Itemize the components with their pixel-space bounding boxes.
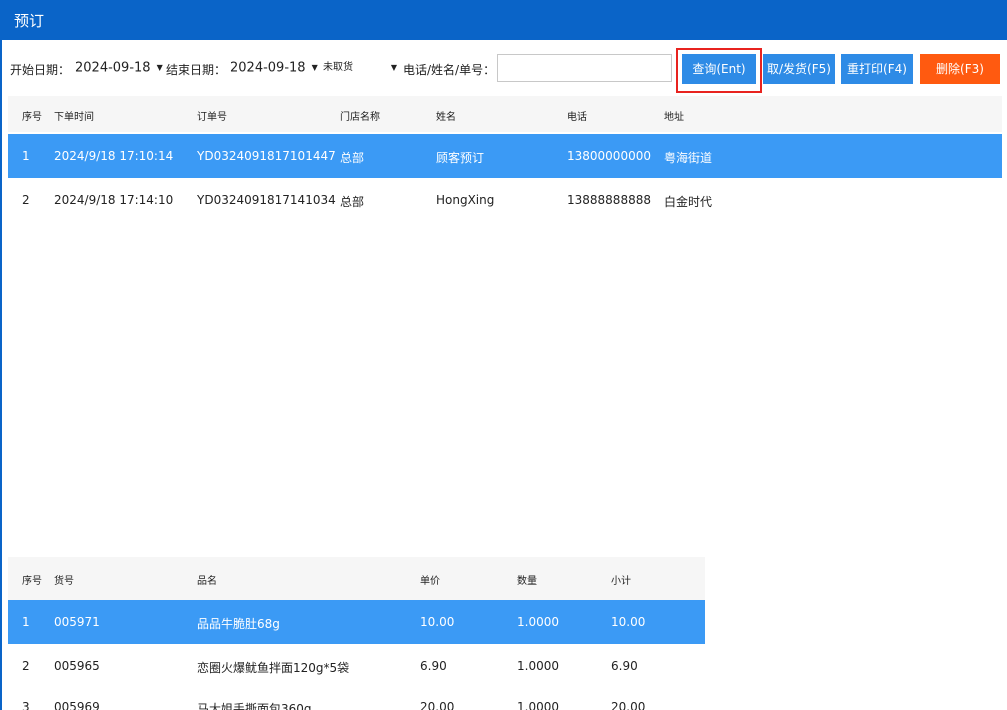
cell: 20.00 (420, 700, 455, 710)
cell: 品品牛脆肚68g (197, 617, 280, 631)
chevron-down-icon: ▼ (311, 63, 318, 72)
search-input[interactable] (497, 54, 672, 82)
cell: 2024/9/18 17:14:10 (54, 193, 174, 207)
window-title: 预订 (14, 12, 45, 30)
orders-table-header: 序号 下单时间 订单号 门店名称 姓名 电话 地址 (8, 96, 1002, 132)
cell: 总部 (340, 195, 365, 209)
column-header: 货号 (54, 576, 74, 587)
column-header: 地址 (664, 112, 684, 123)
cell: 顾客预订 (436, 151, 485, 165)
cell: HongXing (436, 193, 495, 207)
cell: 6.90 (420, 659, 447, 673)
cell: 1 (22, 149, 30, 163)
cell: 2 (22, 659, 30, 673)
cell: 005971 (54, 615, 100, 629)
column-header: 品名 (197, 576, 217, 587)
cell: 总部 (340, 151, 365, 165)
cell: 3 (22, 700, 30, 710)
cell: 粤海街道 (664, 151, 713, 165)
chevron-down-icon: ▼ (390, 63, 397, 72)
cell: 13800000000 (567, 149, 651, 163)
cell: 恋圈火爆鱿鱼拌面120g*5袋 (197, 661, 350, 675)
cell: 2 (22, 193, 30, 207)
query-button-highlight (676, 48, 762, 93)
cell: 马大姐手撕面包360g (197, 702, 312, 710)
column-header: 订单号 (197, 112, 227, 123)
cell: YD0324091817101447 (197, 149, 336, 163)
cell: 1.0000 (517, 659, 559, 673)
end-date-label: 结束日期： (166, 63, 227, 77)
column-header: 序号 (22, 576, 42, 587)
item-row[interactable]: 1 005971 品品牛脆肚68g 10.00 1.0000 10.00 (8, 600, 705, 644)
cell: 10.00 (611, 615, 646, 629)
column-header: 数量 (517, 576, 537, 587)
delete-button[interactable]: 删除(F3) (920, 54, 1000, 84)
cell: 20.00 (611, 700, 646, 710)
column-header: 姓名 (436, 112, 456, 123)
column-header: 单价 (420, 576, 440, 587)
reprint-button[interactable]: 重打印(F4) (841, 54, 913, 84)
end-date-picker[interactable]: 2024-09-18 ▼ (230, 57, 318, 79)
start-date-picker[interactable]: 2024-09-18 ▼ (75, 57, 163, 79)
cell: YD0324091817141034 (197, 193, 336, 207)
start-date-value: 2024-09-18 (75, 60, 151, 76)
cell: 13888888888 (567, 193, 651, 207)
left-border (0, 40, 2, 710)
order-row[interactable]: 2 2024/9/18 17:14:10 YD0324091817141034 … (8, 178, 1002, 222)
cell: 2024/9/18 17:10:14 (54, 149, 174, 163)
column-header: 序号 (22, 112, 42, 123)
order-row[interactable]: 1 2024/9/18 17:10:14 YD0324091817101447 … (8, 134, 1002, 178)
cell: 005965 (54, 659, 100, 673)
column-header: 门店名称 (340, 112, 380, 123)
status-select[interactable]: 未取货 ▼ (323, 57, 399, 79)
cell: 1.0000 (517, 700, 559, 710)
cell: 1 (22, 615, 30, 629)
start-date-label: 开始日期： (10, 63, 71, 77)
cell: 005969 (54, 700, 100, 710)
column-header: 电话 (567, 112, 587, 123)
item-row[interactable]: 2 005965 恋圈火爆鱿鱼拌面120g*5袋 6.90 1.0000 6.9… (8, 644, 705, 688)
items-table-header: 序号 货号 品名 单价 数量 小计 (8, 557, 705, 600)
column-header: 小计 (611, 576, 631, 587)
item-row[interactable]: 3 005969 马大姐手撕面包360g 20.00 1.0000 20.00 (8, 688, 705, 710)
chevron-down-icon: ▼ (156, 63, 163, 72)
cell: 白金时代 (664, 195, 713, 209)
search-label: 电话/姓名/单号： (403, 63, 496, 77)
cell: 1.0000 (517, 615, 559, 629)
filter-toolbar: 开始日期： 2024-09-18 ▼ 结束日期： 2024-09-18 ▼ 未取货 ▼… (0, 40, 1007, 96)
cell: 6.90 (611, 659, 638, 673)
ship-button[interactable]: 取/发货(F5) (763, 54, 835, 84)
title-bar: 预订 (0, 0, 1007, 40)
end-date-value: 2024-09-18 (230, 60, 306, 76)
column-header: 下单时间 (54, 112, 94, 123)
status-value: 未取货 (323, 62, 353, 73)
cell: 10.00 (420, 615, 455, 629)
